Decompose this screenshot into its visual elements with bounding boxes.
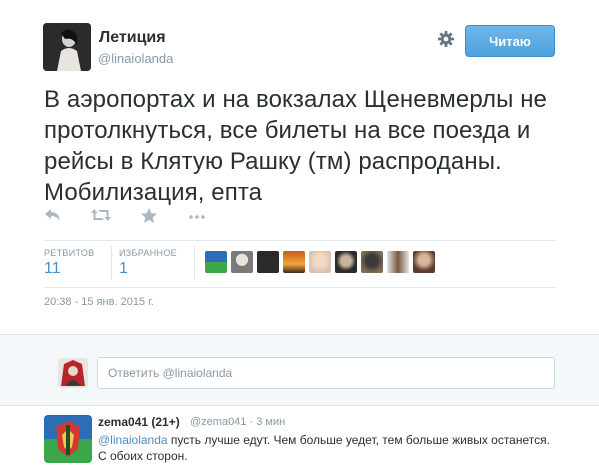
mention-link[interactable]: @linaiolanda bbox=[98, 433, 168, 447]
tweet: Летиция @linaiolanda Читаю В аэропортах … bbox=[0, 0, 599, 334]
avatar[interactable] bbox=[205, 251, 227, 273]
avatar[interactable] bbox=[361, 251, 383, 273]
retweet-icon[interactable] bbox=[90, 207, 112, 227]
reply-composer: Ответить @linaiolanda bbox=[0, 334, 599, 406]
divider bbox=[44, 287, 555, 288]
reply-icon[interactable] bbox=[44, 207, 66, 227]
current-user-avatar bbox=[58, 358, 88, 388]
author-avatar[interactable] bbox=[43, 23, 91, 71]
reply-tweet: zema041 (21+) @zema041 · 3 мин @linaiola… bbox=[0, 406, 599, 466]
favorites-label: ИЗБРАННОЕ bbox=[119, 248, 177, 258]
divider bbox=[194, 246, 195, 280]
avatar[interactable] bbox=[413, 251, 435, 273]
avatar[interactable] bbox=[309, 251, 331, 273]
reply-input[interactable]: Ответить @linaiolanda bbox=[97, 357, 555, 389]
avatar[interactable] bbox=[283, 251, 305, 273]
reply-text: @linaiolanda пусть лучше едут. Чем больш… bbox=[98, 432, 558, 464]
divider bbox=[44, 240, 555, 241]
reply-author-avatar[interactable] bbox=[44, 415, 92, 463]
author-handle[interactable]: @linaiolanda bbox=[98, 51, 173, 66]
favorite-icon[interactable] bbox=[140, 207, 162, 227]
avatar[interactable] bbox=[257, 251, 279, 273]
avatar[interactable] bbox=[335, 251, 357, 273]
meta-separator: · bbox=[249, 416, 254, 428]
tweet-text: В аэропортах и на вокзалах Щеневмерлы не… bbox=[44, 86, 548, 206]
favorites-count[interactable]: 1 bbox=[119, 260, 128, 278]
retweets-count[interactable]: 11 bbox=[44, 260, 61, 278]
avatar[interactable] bbox=[387, 251, 409, 273]
favoriters-avatars bbox=[205, 251, 435, 273]
reply-author-name[interactable]: zema041 (21+) bbox=[98, 415, 180, 429]
author-name[interactable]: Летиция bbox=[99, 29, 166, 47]
reply-meta: @zema041 · 3 мин bbox=[190, 416, 285, 428]
tweet-timestamp[interactable]: 20:38 - 15 янв. 2015 г. bbox=[44, 296, 154, 308]
retweets-label: РЕТВИТОВ bbox=[44, 248, 95, 258]
avatar[interactable] bbox=[231, 251, 253, 273]
follow-button[interactable]: Читаю bbox=[465, 25, 555, 57]
gear-icon[interactable] bbox=[437, 30, 455, 48]
reply-author-handle[interactable]: @zema041 bbox=[190, 416, 246, 428]
more-icon[interactable] bbox=[188, 207, 210, 227]
divider bbox=[111, 246, 112, 280]
reply-time[interactable]: 3 мин bbox=[256, 416, 285, 428]
